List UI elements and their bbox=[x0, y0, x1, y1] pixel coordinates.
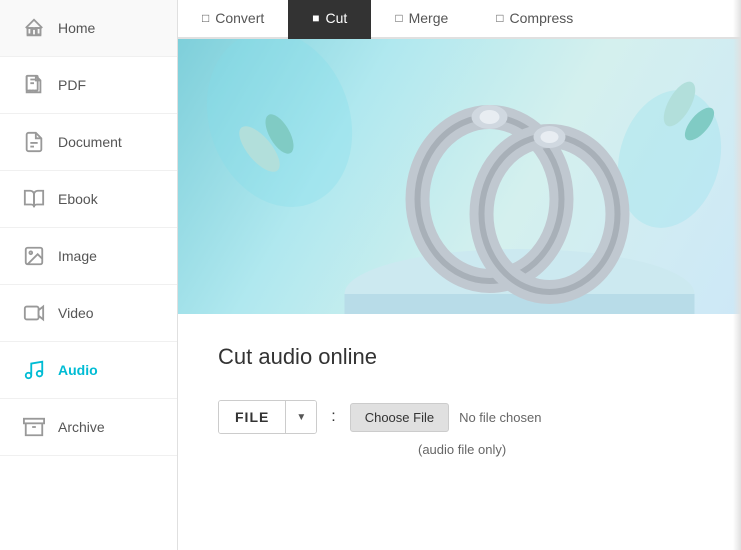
chevron-down-icon: ▼ bbox=[296, 412, 306, 423]
sidebar-item-video-label: Video bbox=[58, 305, 94, 321]
sidebar-item-audio[interactable]: Audio bbox=[0, 342, 177, 399]
file-type-label: FILE bbox=[219, 401, 285, 433]
compress-tab-icon: □ bbox=[496, 11, 503, 25]
file-type-dropdown-arrow[interactable]: ▼ bbox=[285, 401, 316, 433]
sidebar-item-ebook[interactable]: Ebook bbox=[0, 171, 177, 228]
sidebar-item-audio-label: Audio bbox=[58, 362, 98, 378]
home-icon bbox=[20, 14, 48, 42]
file-row: FILE ▼ : Choose File No file chosen bbox=[218, 400, 701, 434]
ebook-icon bbox=[20, 185, 48, 213]
document-icon bbox=[20, 128, 48, 156]
cut-tab-icon: ■ bbox=[312, 11, 319, 25]
audio-icon bbox=[20, 356, 48, 384]
banner-rings-svg bbox=[178, 39, 741, 314]
sidebar-item-image-label: Image bbox=[58, 248, 97, 264]
colon-separator: : bbox=[331, 408, 335, 426]
no-file-text: No file chosen bbox=[459, 410, 541, 425]
file-type-selector[interactable]: FILE ▼ bbox=[218, 400, 317, 434]
banner bbox=[178, 39, 741, 314]
tab-convert[interactable]: □ Convert bbox=[178, 0, 288, 39]
sidebar-item-archive-label: Archive bbox=[58, 419, 105, 435]
archive-icon bbox=[20, 413, 48, 441]
sidebar-item-pdf-label: PDF bbox=[58, 77, 86, 93]
file-input-wrapper: Choose File No file chosen bbox=[350, 403, 542, 432]
sidebar-item-ebook-label: Ebook bbox=[58, 191, 98, 207]
pdf-icon: PDF bbox=[20, 71, 48, 99]
image-icon bbox=[20, 242, 48, 270]
video-icon bbox=[20, 299, 48, 327]
choose-file-button[interactable]: Choose File bbox=[350, 403, 449, 432]
sidebar-item-document-label: Document bbox=[58, 134, 122, 150]
sidebar-item-video[interactable]: Video bbox=[0, 285, 177, 342]
sidebar-item-image[interactable]: Image bbox=[0, 228, 177, 285]
tab-compress[interactable]: □ Compress bbox=[472, 0, 597, 39]
main-content: □ Convert ■ Cut □ Merge □ Compress bbox=[178, 0, 741, 550]
convert-tab-icon: □ bbox=[202, 11, 209, 25]
tab-cut[interactable]: ■ Cut bbox=[288, 0, 371, 39]
sidebar-item-archive[interactable]: Archive bbox=[0, 399, 177, 456]
sidebar: Home PDF PDF Document bbox=[0, 0, 178, 550]
sidebar-item-document[interactable]: Document bbox=[0, 114, 177, 171]
svg-text:PDF: PDF bbox=[29, 88, 38, 93]
tab-merge[interactable]: □ Merge bbox=[371, 0, 472, 39]
sidebar-item-home[interactable]: Home bbox=[0, 0, 177, 57]
page-title: Cut audio online bbox=[218, 344, 701, 370]
sidebar-item-pdf[interactable]: PDF PDF bbox=[0, 57, 177, 114]
content-area: Cut audio online FILE ▼ : Choose File No… bbox=[178, 314, 741, 550]
merge-tab-icon: □ bbox=[395, 11, 402, 25]
tabs-nav: □ Convert ■ Cut □ Merge □ Compress bbox=[178, 0, 741, 39]
sidebar-item-home-label: Home bbox=[58, 20, 95, 36]
audio-hint: (audio file only) bbox=[418, 442, 701, 457]
